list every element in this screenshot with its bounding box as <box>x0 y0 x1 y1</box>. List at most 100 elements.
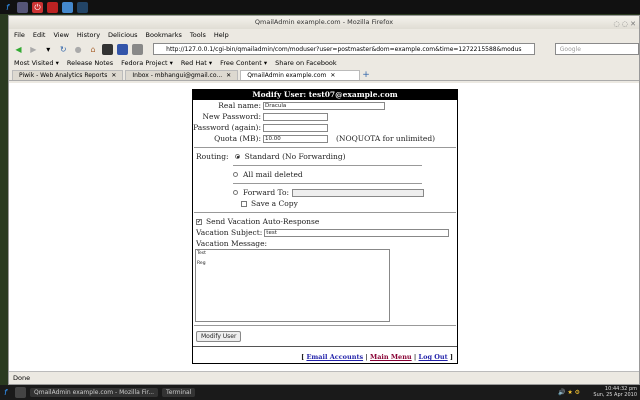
routing-forward-radio[interactable] <box>233 190 238 195</box>
taskbar-item-terminal[interactable]: Terminal <box>162 388 196 397</box>
show-desktop-icon[interactable] <box>15 387 26 398</box>
form-title: Modify User: test07@example.com <box>193 90 457 100</box>
forward-icon[interactable]: ▶ <box>28 44 39 55</box>
modify-user-button[interactable]: Modify User <box>196 331 242 342</box>
vacation-subject-label: Vacation Subject: <box>196 228 263 237</box>
new-tab-icon[interactable]: + <box>362 70 370 80</box>
tab-piwik[interactable]: Piwik - Web Analytics Reports ✕ <box>12 70 124 80</box>
tab-gmail[interactable]: Inbox - mbhangui@gmail.co... ✕ <box>125 70 239 80</box>
menu-history[interactable]: History <box>77 31 100 39</box>
power-icon[interactable]: ⏻ <box>32 1 43 13</box>
url-bar[interactable]: http://127.0.0.1/cgi-bin/qmailadmin/com/… <box>153 43 535 55</box>
quota-note: (NOQUOTA for unlimited) <box>336 134 436 143</box>
title-bar: QmailAdmin example.com - Mozilla Firefox… <box>9 16 639 29</box>
menu-edit[interactable]: Edit <box>33 31 46 39</box>
close-tab-icon[interactable]: ✕ <box>330 72 335 79</box>
bookmark-free-content[interactable]: Free Content ▾ <box>220 59 267 67</box>
divider <box>193 346 457 347</box>
vacation-subject-input[interactable]: test <box>264 228 450 237</box>
routing-deleted-radio[interactable] <box>233 172 238 177</box>
app-launcher-icon[interactable] <box>17 1 28 13</box>
forward-to-input[interactable] <box>292 188 425 197</box>
status-bar: Done <box>9 371 639 384</box>
routing-standard-radio[interactable] <box>234 154 240 159</box>
system-tray-icons[interactable]: 🔊 ★ ⚙ <box>558 389 580 396</box>
back-icon[interactable]: ◀ <box>13 44 24 55</box>
menu-help[interactable]: Help <box>214 31 229 39</box>
history-dropdown-icon[interactable]: ▾ <box>43 44 54 55</box>
new-password-input[interactable] <box>263 112 328 121</box>
footer-links: [ Email Accounts | Main Menu | Log Out ] <box>301 353 453 361</box>
routing-standard-label: Standard (No Forwarding) <box>244 152 346 161</box>
tab-label: QmailAdmin example.com <box>247 72 327 79</box>
home-folder-icon[interactable] <box>62 1 73 13</box>
modify-user-form: Modify User: test07@example.com Real nam… <box>192 89 458 364</box>
quota-label: Quota (MB): <box>214 134 261 143</box>
taskbar-item-firefox[interactable]: QmailAdmin example.com - Mozilla Fir... <box>30 388 159 397</box>
bookmark-release-notes[interactable]: Release Notes <box>67 59 113 67</box>
bookmark-most-visited[interactable]: Most Visited ▾ <box>14 59 59 67</box>
menu-delicious[interactable]: Delicious <box>108 31 137 39</box>
real-name-input[interactable]: Dracula <box>263 101 385 110</box>
email-accounts-link[interactable]: Email Accounts <box>306 353 363 361</box>
page-content: Modify User: test07@example.com Real nam… <box>9 83 639 373</box>
divider <box>194 147 456 148</box>
log-out-link[interactable]: Log Out <box>419 353 448 361</box>
vacation-label: Send Vacation Auto-Response <box>206 217 320 226</box>
fedora-icon[interactable]: f <box>2 2 13 13</box>
toolbar-app-icon[interactable] <box>117 43 129 55</box>
desktop-icon[interactable] <box>77 1 88 13</box>
menu-file[interactable]: File <box>14 31 25 39</box>
tab-qmailadmin[interactable]: QmailAdmin example.com ✕ <box>240 70 361 80</box>
vacation-message-textarea[interactable]: Test Reg <box>195 249 390 322</box>
divider <box>194 325 456 326</box>
password-again-input[interactable] <box>263 123 328 132</box>
print-icon[interactable] <box>132 43 144 55</box>
toolbar-app-icon[interactable] <box>102 43 114 55</box>
password-again-label: Password (again): <box>193 123 261 132</box>
save-copy-checkbox[interactable] <box>241 200 247 207</box>
menu-view[interactable]: View <box>53 31 68 39</box>
fedora-menu-icon[interactable]: f <box>0 387 11 398</box>
close-tab-icon[interactable]: ✕ <box>226 72 231 79</box>
routing-forward-label: Forward To: <box>243 188 290 197</box>
firefox-window: QmailAdmin example.com - Mozilla Firefox… <box>8 15 640 385</box>
tab-label: Inbox - mbhangui@gmail.co... <box>132 72 223 79</box>
quota-input[interactable]: 10.00 <box>263 134 328 143</box>
stop-icon[interactable]: ● <box>73 44 84 55</box>
divider <box>233 165 422 166</box>
new-password-label: New Password: <box>202 112 261 121</box>
menu-tools[interactable]: Tools <box>190 31 206 39</box>
close-tab-icon[interactable]: ✕ <box>111 72 116 79</box>
main-menu-link[interactable]: Main Menu <box>370 353 412 361</box>
reload-icon[interactable]: ↻ <box>58 44 69 55</box>
bookmark-share-facebook[interactable]: Share on Facebook <box>275 59 337 67</box>
nav-toolbar: ◀ ▶ ▾ ↻ ● ⌂ http://127.0.0.1/cgi-bin/qma… <box>9 41 640 57</box>
routing-deleted-label: All mail deleted <box>243 170 303 179</box>
window-title: QmailAdmin example.com - Mozilla Firefox <box>254 18 394 26</box>
real-name-label: Real name: <box>218 101 261 110</box>
tab-bar: Piwik - Web Analytics Reports ✕ Inbox - m… <box>9 69 639 81</box>
top-panel: f ⏻ <box>0 0 640 14</box>
save-copy-label: Save a Copy <box>251 199 298 208</box>
clock[interactable]: 10:44:32 pm Sun, 25 Apr 2010 <box>593 386 637 398</box>
document-icon[interactable] <box>47 1 58 13</box>
taskbar: f QmailAdmin example.com - Mozilla Fir..… <box>0 385 640 400</box>
vacation-message-label: Vacation Message: <box>196 239 268 248</box>
vacation-checkbox[interactable]: ✔ <box>196 218 202 225</box>
search-input[interactable]: Google <box>554 43 640 55</box>
window-controls[interactable]: ◌ ◌ ✕ <box>613 18 636 31</box>
url-text: http://127.0.0.1/cgi-bin/qmailadmin/com/… <box>166 46 522 53</box>
bookmarks-toolbar: Most Visited ▾ Release Notes Fedora Proj… <box>9 57 639 69</box>
bookmark-fedora-project[interactable]: Fedora Project ▾ <box>121 59 173 67</box>
routing-label: Routing: <box>196 152 229 161</box>
menu-bar: File Edit View History Delicious Bookmar… <box>9 29 639 41</box>
divider <box>233 183 422 184</box>
home-icon[interactable]: ⌂ <box>88 44 99 55</box>
clock-date: Sun, 25 Apr 2010 <box>593 392 637 398</box>
divider <box>194 212 456 213</box>
tab-label: Piwik - Web Analytics Reports <box>19 72 108 79</box>
bookmark-red-hat[interactable]: Red Hat ▾ <box>181 59 212 67</box>
menu-bookmarks[interactable]: Bookmarks <box>146 31 182 39</box>
status-text: Done <box>13 374 31 382</box>
